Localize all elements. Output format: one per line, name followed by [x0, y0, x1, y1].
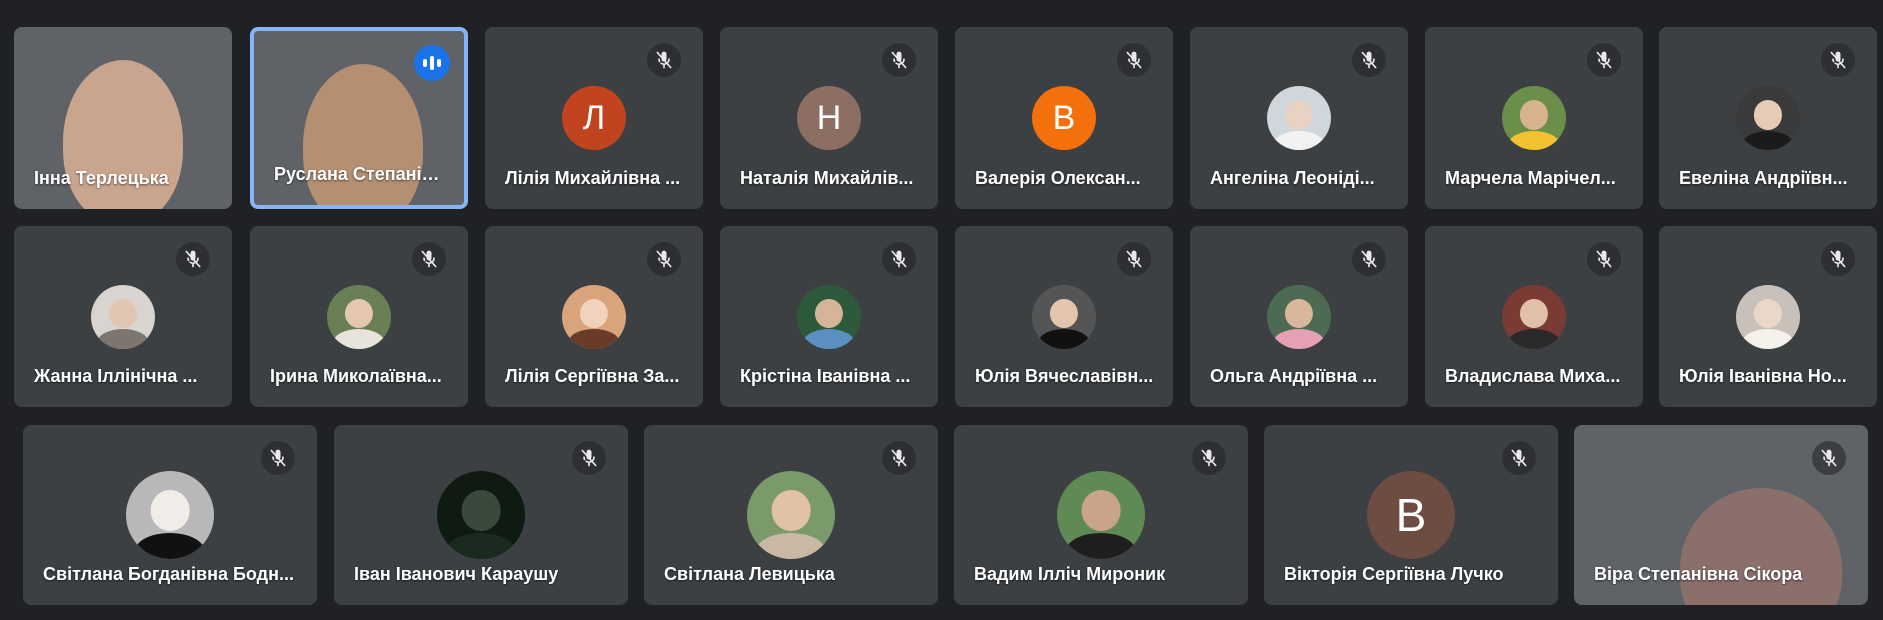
avatar	[1736, 284, 1800, 349]
participant-name: Валерія Олексан...	[975, 168, 1141, 188]
participant-tile[interactable]: Л Лілія Михайлівна ...	[485, 27, 703, 209]
mic-off-icon	[176, 242, 210, 276]
mic-off-icon	[1117, 242, 1151, 276]
avatar	[1032, 284, 1096, 349]
avatar	[747, 471, 835, 559]
participant-name: Марчела Марічел...	[1445, 168, 1616, 188]
participant-name: Юлія Вячеславівн...	[975, 366, 1154, 386]
participant-name: Ольга Андріївна ...	[1210, 366, 1378, 386]
participant-tile[interactable]: Вадим Ілліч Мироник	[954, 425, 1248, 605]
participant-name: Юлія Іванівна Но...	[1679, 366, 1847, 386]
mic-off-icon	[882, 441, 916, 475]
participant-tile[interactable]: В Валерія Олексан...	[955, 27, 1173, 209]
mic-off-icon	[647, 242, 681, 276]
mic-off-icon	[1352, 242, 1386, 276]
mic-off-icon	[412, 242, 446, 276]
avatar	[126, 471, 214, 559]
avatar: Л	[562, 86, 626, 150]
avatar: В	[1367, 471, 1455, 559]
participant-tile[interactable]: Іван Іванович Караушу	[334, 425, 628, 605]
avatar	[1267, 284, 1331, 349]
participant-name: Світлана Богданівна Бодн...	[43, 564, 294, 584]
participant-tile[interactable]: Юлія Іванівна Но...	[1659, 226, 1877, 407]
mic-off-icon	[572, 441, 606, 475]
mic-off-icon	[1821, 242, 1855, 276]
participant-tile[interactable]: Н Наталія Михайлів...	[720, 27, 938, 209]
mic-off-icon	[882, 242, 916, 276]
participant-tile[interactable]: Світлана Левицька	[644, 425, 938, 605]
mic-off-icon	[1587, 43, 1621, 77]
participant-tile[interactable]: Марчела Марічел...	[1425, 27, 1643, 209]
participant-name: Іван Іванович Караушу	[354, 564, 559, 584]
avatar	[1502, 86, 1566, 150]
participant-tile[interactable]: Лілія Сергіївна За...	[485, 226, 703, 407]
participant-name: Ангеліна Леоніді...	[1210, 168, 1375, 188]
participant-tile[interactable]: Юлія Вячеславівн...	[955, 226, 1173, 407]
participant-name: Інна Терлецька	[34, 168, 169, 188]
avatar: В	[1032, 86, 1096, 150]
participant-tile[interactable]: Руслана Степанівна...	[250, 27, 468, 209]
participant-name: Лілія Михайлівна ...	[505, 168, 681, 188]
mic-off-icon	[1192, 441, 1226, 475]
participant-tile[interactable]: Ангеліна Леоніді...	[1190, 27, 1408, 209]
mic-off-icon	[1821, 43, 1855, 77]
participant-name: Ірина Миколаївна...	[270, 366, 442, 386]
participant-name: Лілія Сергіївна За...	[505, 366, 680, 386]
participant-name: Жанна Іллінічна ...	[34, 366, 198, 386]
participant-name: Владислава Миха...	[1445, 366, 1621, 386]
participant-tile[interactable]: Ольга Андріївна ...	[1190, 226, 1408, 407]
video-feed	[1680, 488, 1842, 605]
participant-name: Вадим Ілліч Мироник	[974, 564, 1166, 584]
video-feed	[303, 64, 423, 205]
avatar	[797, 284, 861, 349]
participant-tile[interactable]: Владислава Миха...	[1425, 226, 1643, 407]
speaking-indicator-icon	[414, 45, 450, 81]
participant-tile[interactable]: Крістіна Іванівна ...	[720, 226, 938, 407]
participant-name: Руслана Степанівна...	[274, 164, 450, 184]
avatar	[1267, 86, 1331, 150]
participant-name: Вікторія Сергіївна Лучко	[1284, 564, 1504, 584]
avatar	[1057, 471, 1145, 559]
avatar	[1736, 86, 1800, 150]
participant-tile[interactable]: В Вікторія Сергіївна Лучко	[1264, 425, 1558, 605]
participant-name: Наталія Михайлів...	[740, 168, 914, 188]
mic-off-icon	[261, 441, 295, 475]
participant-name: Крістіна Іванівна ...	[740, 366, 911, 386]
mic-off-icon	[647, 43, 681, 77]
participant-tile[interactable]: Віра Степанівна Сікора	[1574, 425, 1868, 605]
participant-name: Віра Степанівна Сікора	[1594, 564, 1803, 584]
participant-name: Світлана Левицька	[664, 564, 835, 584]
avatar: Н	[797, 86, 861, 150]
mic-off-icon	[1352, 43, 1386, 77]
participant-tile[interactable]: Евеліна Андріївн...	[1659, 27, 1877, 209]
avatar	[437, 471, 525, 559]
participant-tile[interactable]: Ірина Миколаївна...	[250, 226, 468, 407]
participant-tile[interactable]: Світлана Богданівна Бодн...	[23, 425, 317, 605]
avatar	[1502, 284, 1566, 349]
mic-off-icon	[1502, 441, 1536, 475]
avatar	[562, 284, 626, 349]
participant-tile[interactable]: Інна Терлецька	[14, 27, 232, 209]
mic-off-icon	[1812, 441, 1846, 475]
participant-tile[interactable]: Жанна Іллінічна ...	[14, 226, 232, 407]
avatar	[91, 284, 155, 349]
mic-off-icon	[1587, 242, 1621, 276]
mic-off-icon	[882, 43, 916, 77]
participant-name: Евеліна Андріївн...	[1679, 168, 1848, 188]
avatar	[327, 284, 391, 349]
mic-off-icon	[1117, 43, 1151, 77]
